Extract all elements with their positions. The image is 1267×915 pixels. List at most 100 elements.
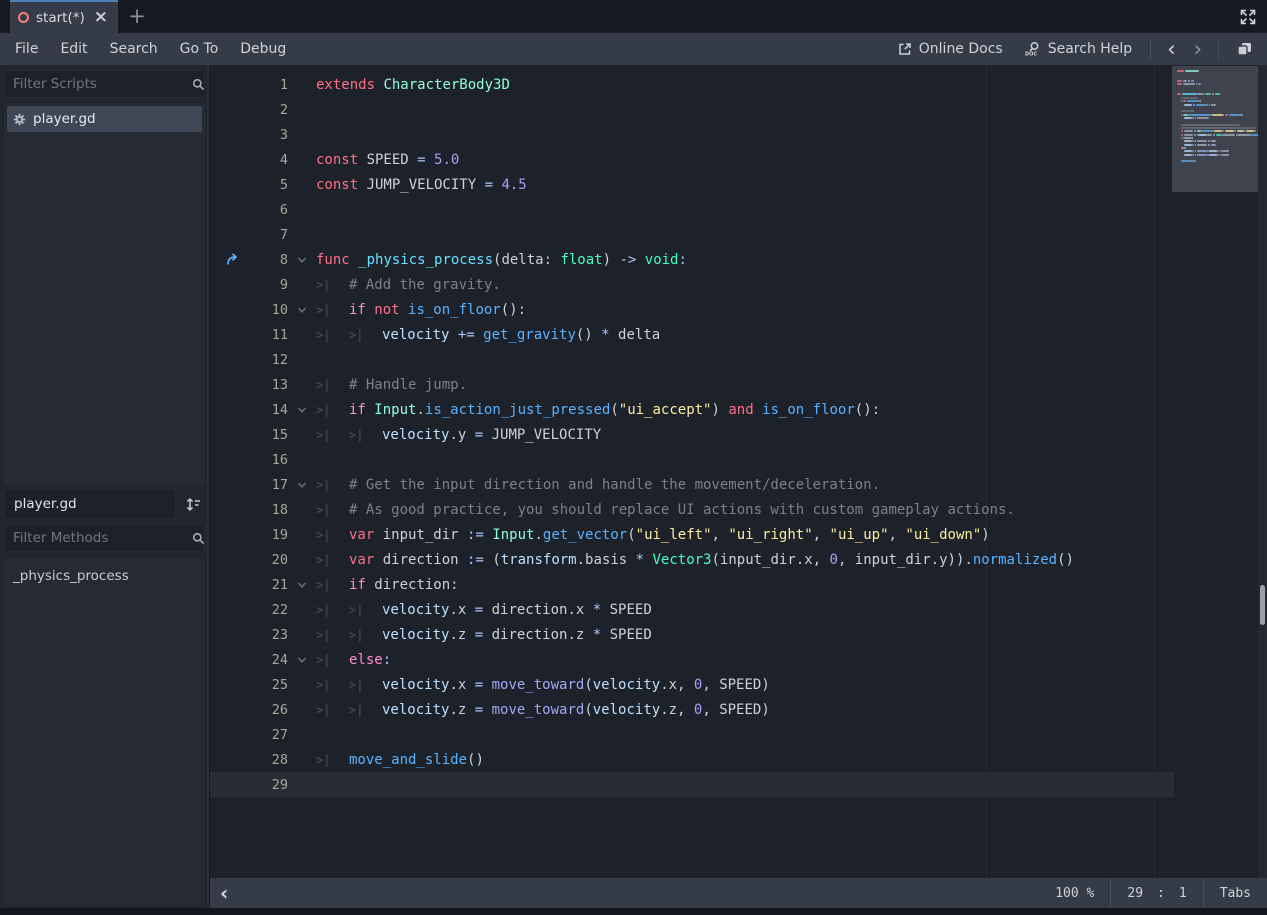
code-line[interactable]: 5 const JUMP_VELOCITY = 4.5 [210, 172, 1174, 197]
code-line[interactable]: 1extends CharacterBody3D [210, 72, 1174, 97]
code-line[interactable]: 21 >|if direction: [210, 572, 1174, 597]
code-line[interactable]: 27 [210, 722, 1174, 747]
fold-chevron-icon [297, 480, 307, 490]
minimap-line [1184, 150, 1229, 152]
fold-toggle[interactable] [288, 405, 316, 415]
collapse-sidebar-button[interactable]: ‹ [210, 879, 238, 907]
tab-indent-marker: >| [316, 753, 349, 767]
script-item[interactable]: player.gd [7, 106, 202, 132]
fold-chevron-icon [297, 655, 307, 665]
filter-scripts-input[interactable] [5, 76, 192, 92]
code-line[interactable]: 15>|>|velocity.y = JUMP_VELOCITY [210, 422, 1174, 447]
code-editor[interactable]: 1extends CharacterBody3D 2 3 4 const SPEED =… [210, 65, 1267, 878]
menu-file[interactable]: File [4, 33, 49, 65]
caret-position[interactable]: 29 : 1 [1111, 878, 1202, 908]
scrollbar-thumb[interactable] [1260, 585, 1265, 625]
vertical-scrollbar[interactable] [1258, 65, 1267, 878]
current-script-name-field[interactable]: player.gd [4, 489, 176, 519]
minimap-line [1184, 104, 1216, 106]
tab-indent-marker: >| [349, 628, 382, 642]
fold-toggle[interactable] [288, 480, 316, 490]
tab-indent-marker: >| [316, 628, 349, 642]
code-line[interactable]: 4 const SPEED = 5.0 [210, 147, 1174, 172]
menu-edit[interactable]: Edit [49, 33, 98, 65]
code-line[interactable]: 16 [210, 447, 1174, 472]
line-number: 15 [244, 427, 288, 443]
line-number: 7 [244, 227, 288, 243]
code-line[interactable]: 7 [210, 222, 1174, 247]
method-item[interactable]: _physics_process [4, 558, 205, 590]
code-line[interactable]: 23>|>|velocity.z = direction.z * SPEED [210, 622, 1174, 647]
close-icon[interactable]: × [94, 9, 108, 26]
zoom-level[interactable]: 100 % [1039, 878, 1110, 908]
history-back-button[interactable]: ‹ [1160, 39, 1182, 59]
line-number: 21 [244, 577, 288, 593]
tab-indent-marker: >| [316, 703, 349, 717]
code-text: >|if direction: [316, 577, 459, 593]
tab-indent-marker: >| [316, 428, 349, 442]
line-number: 2 [244, 102, 288, 118]
code-line[interactable]: 11>|>|velocity += get_gravity() * delta [210, 322, 1174, 347]
status-bar: ‹ 100 % 29 : 1 Tabs [210, 878, 1267, 908]
code-line[interactable]: 28>|move_and_slide() [210, 747, 1174, 772]
code-line[interactable]: 25>|>|velocity.x = move_toward(velocity.… [210, 672, 1174, 697]
code-line[interactable]: 13 >|# Handle jump. [210, 372, 1174, 397]
online-docs-button[interactable]: Online Docs [889, 33, 1012, 65]
fold-chevron-icon [297, 405, 307, 415]
code-line[interactable]: 19>|var input_dir := Input.get_vector("u… [210, 522, 1174, 547]
scene-tab-start[interactable]: start(*) × [10, 0, 118, 33]
indent-mode[interactable]: Tabs [1204, 878, 1267, 908]
code-text: >|# Handle jump. [316, 377, 467, 393]
minimap-line [1184, 117, 1209, 119]
line-number: 4 [244, 152, 288, 168]
history-forward-button[interactable]: › [1187, 39, 1209, 59]
code-line[interactable]: 6 [210, 197, 1174, 222]
filter-methods-input[interactable] [5, 530, 192, 546]
code-line[interactable]: 17>|# Get the input direction and handle… [210, 472, 1174, 497]
caret-line: 29 [1127, 886, 1143, 901]
tab-indent-marker: >| [316, 378, 349, 392]
fold-toggle[interactable] [288, 305, 316, 315]
toggle-scripts-panel-button[interactable] [1228, 41, 1261, 57]
code-line[interactable]: 26>|>|velocity.z = move_toward(velocity.… [210, 697, 1174, 722]
fold-toggle[interactable] [288, 580, 316, 590]
line-number: 13 [244, 377, 288, 393]
code-line[interactable]: 18>|# As good practice, you should repla… [210, 497, 1174, 522]
code-text: >|var input_dir := Input.get_vector("ui_… [316, 527, 990, 543]
code-line[interactable]: 2 [210, 97, 1174, 122]
svg-text:DOC: DOC [1025, 52, 1037, 58]
menu-search[interactable]: Search [99, 33, 169, 65]
tab-indent-marker: >| [316, 328, 349, 342]
tab-indent-marker: >| [316, 553, 349, 567]
menu-debug[interactable]: Debug [229, 33, 297, 65]
code-text: const SPEED = 5.0 [316, 152, 459, 168]
scene-tab-label: start(*) [36, 10, 85, 26]
add-scene-tab-button[interactable]: + [126, 4, 148, 28]
caret-col: 1 [1179, 886, 1187, 901]
code-line[interactable]: 29 [210, 772, 1174, 797]
minimap-line [1184, 140, 1215, 142]
code-line[interactable]: 9>|# Add the gravity. [210, 272, 1174, 297]
code-line[interactable]: 20>|var direction := (transform.basis * … [210, 547, 1174, 572]
code-line[interactable]: 3 [210, 122, 1174, 147]
code-line[interactable]: 22>|>|velocity.x = direction.x * SPEED [210, 597, 1174, 622]
code-text: >|>|velocity.z = direction.z * SPEED [316, 627, 652, 643]
code-line[interactable]: 8func _physics_process(delta: float) -> … [210, 247, 1174, 272]
code-line[interactable]: 14>|if Input.is_action_just_pressed("ui_… [210, 397, 1174, 422]
window-bottom-edge [0, 908, 1267, 915]
sort-methods-button[interactable] [180, 489, 206, 519]
override-gutter[interactable] [210, 252, 244, 267]
expand-fullscreen-icon[interactable] [1239, 7, 1259, 27]
menu-go-to[interactable]: Go To [169, 33, 230, 65]
tab-indent-marker: >| [316, 403, 349, 417]
fold-toggle[interactable] [288, 655, 316, 665]
code-text: const JUMP_VELOCITY = 4.5 [316, 177, 527, 193]
line-number: 5 [244, 177, 288, 193]
code-line[interactable]: 12 [210, 347, 1174, 372]
search-help-button[interactable]: DOC Search Help [1016, 33, 1141, 65]
code-line[interactable]: 10>|if not is_on_floor(): [210, 297, 1174, 322]
separator [1150, 39, 1151, 59]
code-line[interactable]: 24>|else: [210, 647, 1174, 672]
minimap[interactable] [1172, 66, 1258, 192]
fold-toggle[interactable] [288, 255, 316, 265]
